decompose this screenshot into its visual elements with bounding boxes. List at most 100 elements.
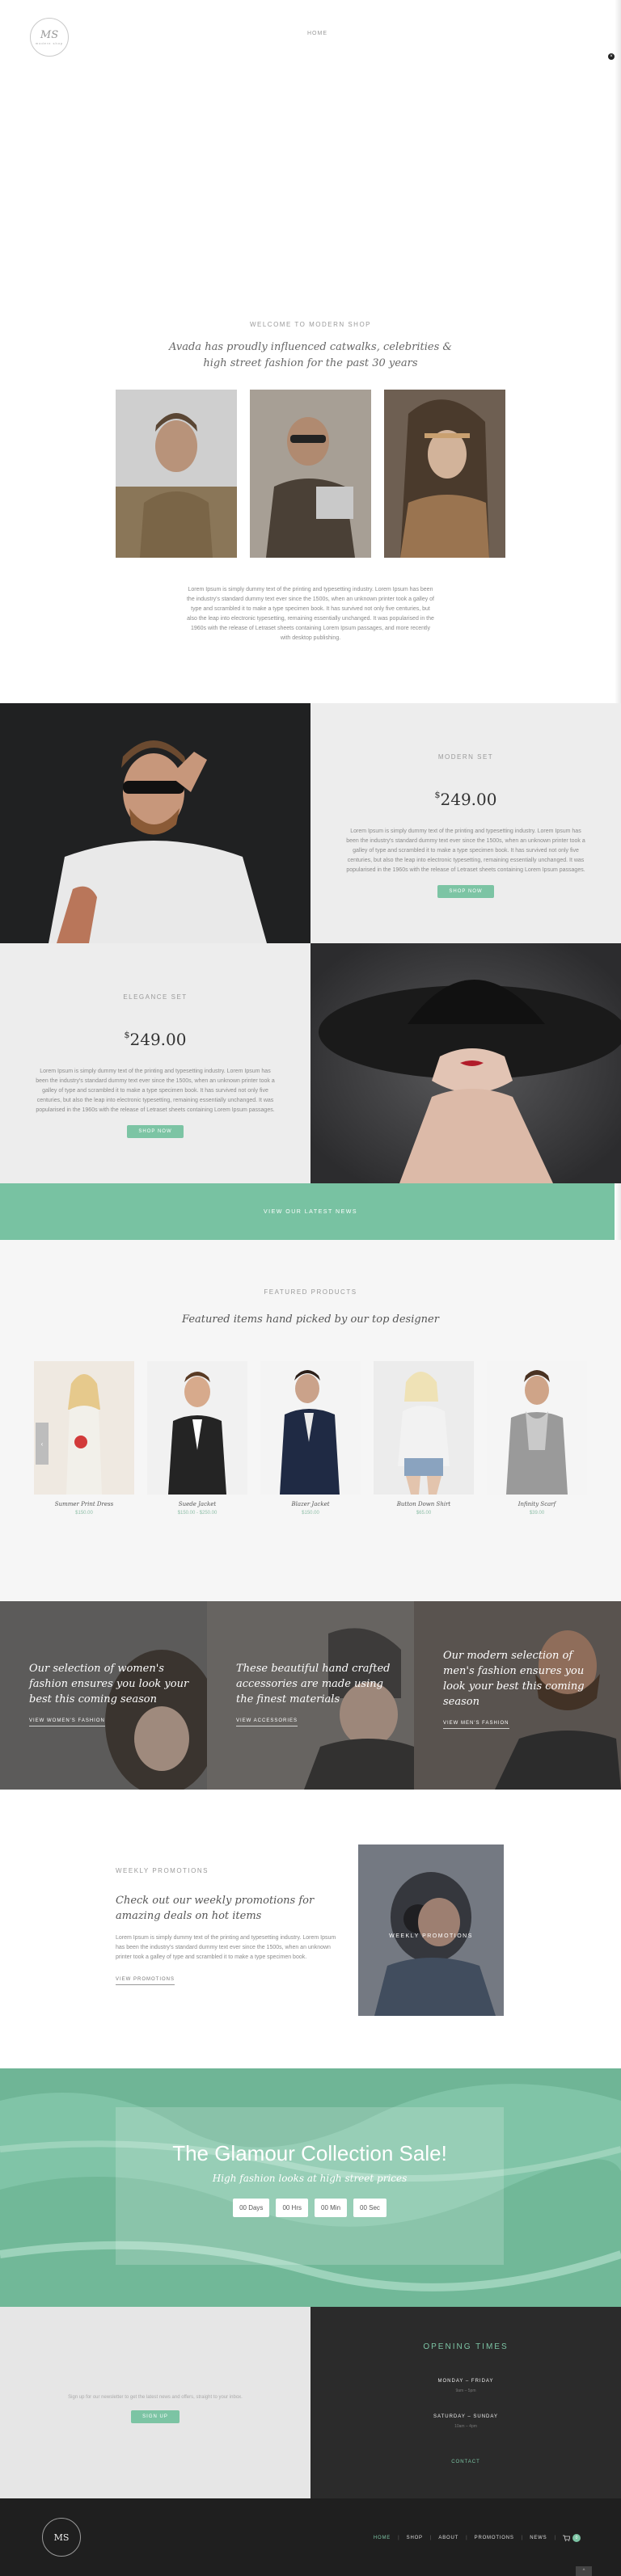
product-name[interactable]: Button Down Shirt [374,1501,474,1507]
price-currency: $ [434,790,441,800]
featured-eyebrow: FEATURED PRODUCTS [264,1288,357,1296]
welcome-text: Lorem Ipsum is simply dummy text of the … [186,587,434,641]
elegance-set-shop-button[interactable]: SHOP NOW [127,1125,184,1138]
opening-times-title: OPENING TIMES [423,2342,509,2351]
category-accessories-heading: These beautiful hand crafted accessories… [236,1663,391,1705]
category-women-content: Our selection of women's fashion ensures… [29,1661,191,1726]
contact-link[interactable]: CONTACT [451,2460,480,2464]
product-image[interactable] [487,1361,587,1495]
category-accessories-link[interactable]: VIEW ACCESSORIES [236,1718,298,1726]
category-men[interactable]: Our modern selection of men's fashion en… [414,1601,621,1790]
price-currency: $ [124,1030,130,1040]
modern-set-panel: MODERN SET $249.00 Lorem Ipsum is simply… [310,703,621,943]
countdown-hours: 00 Hrs [276,2199,308,2217]
nav-separator: | [429,2536,432,2540]
price-value: 249.00 [129,1030,187,1049]
promotions-photo-label: WEEKLY PROMOTIONS [389,1933,473,1939]
sale-subtitle: High fashion looks at high street prices [212,2173,408,2184]
site-header: MS modern shop HOME × [0,0,621,315]
newsletter-panel: Sign up for our newsletter to get the la… [0,2307,310,2498]
welcome-section: WELCOME TO MODERN SHOP Avada has proudly… [0,315,621,703]
product-name[interactable]: Summer Print Dress [34,1501,134,1507]
category-men-link[interactable]: VIEW MEN'S FASHION [443,1721,509,1729]
promotions-text-block: WEEKLY PROMOTIONS Check out our weekly p… [116,1862,342,1985]
category-women-heading: Our selection of women's fashion ensures… [29,1663,189,1705]
modern-set-shop-button[interactable]: SHOP NOW [437,885,494,898]
promotions-text: Lorem Ipsum is simply dummy text of the … [116,1935,336,1960]
elegance-set-section: ELEGANCE SET $249.00 Lorem Ipsum is simp… [0,943,621,1183]
weekly-promotions-section: WEEKLY PROMOTIONS Check out our weekly p… [0,1790,621,2068]
cart-count-badge: 0 [572,2534,581,2542]
product-price: $150.00 [302,1511,319,1516]
elegance-set-panel: ELEGANCE SET $249.00 Lorem Ipsum is simp… [0,943,310,1183]
weekday-hours: 9am – 5pm [455,2388,476,2393]
nav-separator: | [398,2536,399,2540]
modern-set-price: $249.00 [435,790,497,809]
footer-nav-about[interactable]: ABOUT [438,2536,458,2540]
product-card[interactable]: Infinity Scarf $39.00 [487,1361,587,1516]
countdown-days: 00 Days [233,2199,270,2217]
sale-countdown: 00 Days 00 Hrs 00 Min 00 Sec [116,2199,504,2217]
close-icon[interactable]: × [608,53,615,60]
product-name[interactable]: Infinity Scarf [487,1501,587,1507]
product-card[interactable]: Blazer Jacket $150.00 [260,1361,361,1516]
price-value: 249.00 [440,790,497,809]
product-card[interactable]: Button Down Shirt $65.00 [374,1361,474,1516]
footer-nav-shop[interactable]: SHOP [407,2536,423,2540]
category-accessories[interactable]: These beautiful hand crafted accessories… [207,1601,414,1790]
weekday-label: MONDAY – FRIDAY [437,2379,494,2384]
product-price: $65.00 [416,1511,432,1516]
back-to-top-icon[interactable]: ^ [576,2566,592,2576]
nav-separator: | [554,2536,556,2540]
promotions-heading: Check out our weekly promotions for amaz… [116,1895,315,1922]
weekend-label: SATURDAY – SUNDAY [433,2414,498,2419]
elegance-set-photo [310,943,621,1183]
nav-item-home[interactable]: HOME [307,31,327,36]
welcome-photo-row [0,390,621,558]
site-logo[interactable]: MS modern shop [30,18,69,57]
product-name[interactable]: Suede Jacket [147,1501,247,1507]
footer-nav-news[interactable]: NEWS [530,2536,547,2540]
modern-set-eyebrow: MODERN SET [437,753,494,761]
promotions-photo[interactable]: WEEKLY PROMOTIONS [358,1845,504,2016]
cart-glyph-icon [563,2535,570,2541]
promotions-eyebrow: WEEKLY PROMOTIONS [116,1867,209,1874]
welcome-photo-man-sweater [116,390,237,558]
news-banner[interactable]: VIEW OUR LATEST NEWS [0,1183,621,1240]
welcome-photo-man-sunglasses [250,390,371,558]
modern-set-photo [0,703,310,943]
news-banner-link[interactable]: VIEW OUR LATEST NEWS [264,1209,357,1215]
opening-times-panel: OPENING TIMES MONDAY – FRIDAY 9am – 5pm … [310,2307,621,2498]
category-women-link[interactable]: VIEW WOMEN'S FASHION [29,1718,105,1726]
footer-logo[interactable]: MS [42,2518,81,2557]
elegance-set-price: $249.00 [125,1030,187,1049]
modern-set-section: MODERN SET $249.00 Lorem Ipsum is simply… [0,703,621,943]
view-promotions-link[interactable]: VIEW PROMOTIONS [116,1977,175,1985]
carousel-prev-arrow-icon[interactable]: ‹ [36,1423,49,1465]
welcome-photo-woman-headband [384,390,505,558]
logo-ring-text: modern shop [35,41,64,45]
main-nav: HOME [307,31,327,36]
featured-products-section: FEATURED PRODUCTS Featured items hand pi… [0,1240,621,1601]
footer-nav-home[interactable]: HOME [374,2536,391,2540]
countdown-seconds: 00 Sec [353,2199,387,2217]
newsletter-signup-button[interactable]: SIGN UP [131,2410,180,2423]
product-image[interactable] [34,1361,134,1495]
footer-nav-promotions[interactable]: PROMOTIONS [475,2536,514,2540]
countdown-minutes: 00 Min [315,2199,348,2217]
category-banners: Our selection of women's fashion ensures… [0,1601,621,1790]
category-women[interactable]: Our selection of women's fashion ensures… [0,1601,207,1790]
product-card[interactable]: Summer Print Dress $150.00 [34,1361,134,1516]
footer-nav: HOME | SHOP | ABOUT | PROMOTIONS | NEWS … [374,2534,581,2542]
sale-title: The Glamour Collection Sale! [172,2141,447,2165]
product-carousel: Summer Print Dress $150.00 Suede Jacket … [0,1361,621,1516]
product-image[interactable] [147,1361,247,1495]
cart-icon[interactable]: 0 [563,2534,581,2542]
featured-heading: Featured items hand picked by our top de… [182,1313,439,1326]
product-card[interactable]: Suede Jacket $150.00 - $250.00 [147,1361,247,1516]
product-image[interactable] [260,1361,361,1495]
product-name[interactable]: Blazer Jacket [260,1501,361,1507]
logo-monogram: MS [40,29,59,41]
newsletter-hours-section: Sign up for our newsletter to get the la… [0,2307,621,2498]
product-image[interactable] [374,1361,474,1495]
